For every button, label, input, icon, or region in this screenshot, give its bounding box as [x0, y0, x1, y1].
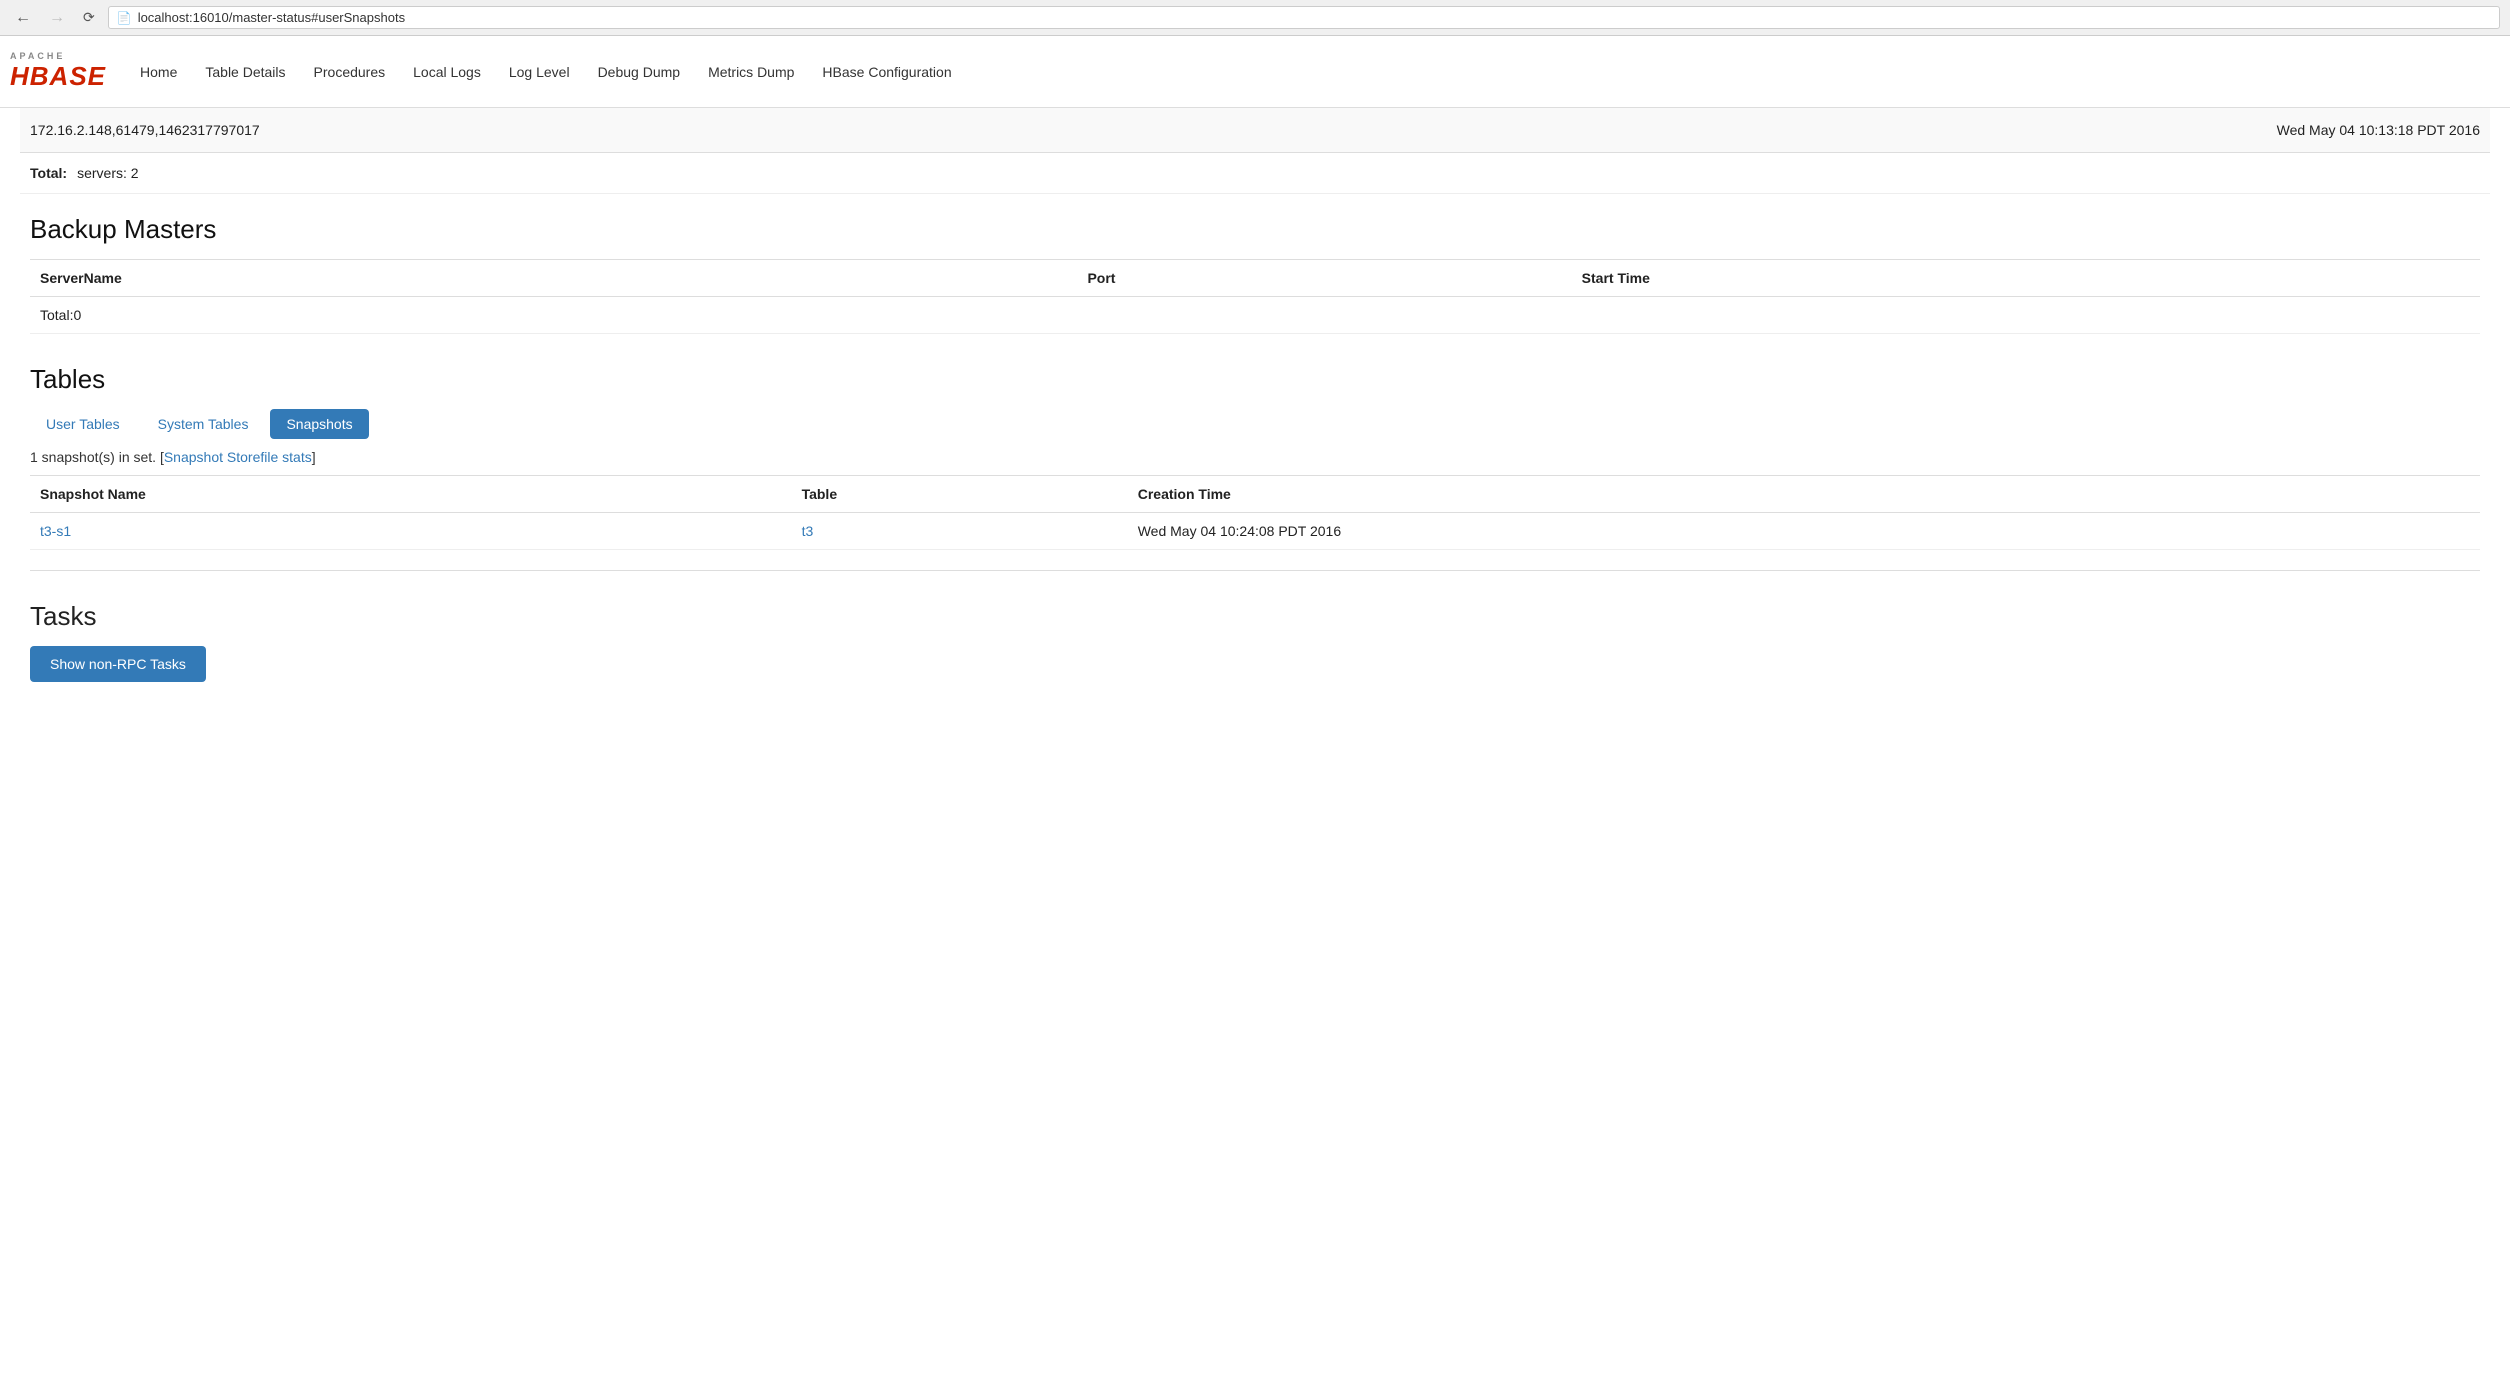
snapshot-count-text: 1 snapshot(s) in set.	[30, 449, 156, 465]
backup-masters-total-row: Total:0	[30, 297, 2480, 334]
nav-link-local-logs[interactable]: Local Logs	[399, 56, 495, 88]
snapshot-table-link[interactable]: t3	[802, 523, 814, 539]
col-server-name: ServerName	[30, 260, 1077, 297]
col-port: Port	[1077, 260, 1571, 297]
snapshot-table-cell: t3	[792, 513, 1128, 550]
nav-link-hbase-configuration[interactable]: HBase Configuration	[808, 56, 965, 88]
backup-masters-table: ServerName Port Start Time Total:0	[30, 259, 2480, 334]
tab-system-tables[interactable]: System Tables	[142, 409, 265, 439]
snapshot-info: 1 snapshot(s) in set. [Snapshot Storefil…	[30, 449, 2480, 465]
logo-hbase: HBASE	[10, 61, 106, 92]
back-button[interactable]: ←	[10, 7, 36, 29]
timestamp: Wed May 04 10:13:18 PDT 2016	[2277, 122, 2480, 138]
total-row: Total: servers: 2	[20, 153, 2490, 194]
refresh-button[interactable]: ⟳	[78, 7, 100, 28]
col-start-time: Start Time	[1572, 260, 2480, 297]
page-icon: 📄	[117, 11, 132, 25]
main-content: 172.16.2.148,61479,1462317797017 Wed May…	[0, 108, 2510, 692]
total-label: Total:	[30, 165, 67, 181]
col-table: Table	[792, 476, 1128, 513]
tab-buttons: User Tables System Tables Snapshots	[30, 409, 2480, 439]
show-non-rpc-tasks-button[interactable]: Show non-RPC Tasks	[30, 646, 206, 682]
backup-masters-total: Total:0	[30, 297, 2480, 334]
nav-link-table-details[interactable]: Table Details	[191, 56, 299, 88]
server-id: 172.16.2.148,61479,1462317797017	[30, 122, 260, 138]
nav-link-metrics-dump[interactable]: Metrics Dump	[694, 56, 808, 88]
nav-link-log-level[interactable]: Log Level	[495, 56, 584, 88]
tasks-title: Tasks	[30, 601, 2480, 632]
top-nav: APACHE HBASE HomeTable DetailsProcedures…	[0, 36, 2510, 108]
url-text: localhost:16010/master-status#userSnapsh…	[138, 10, 405, 25]
nav-link-debug-dump[interactable]: Debug Dump	[584, 56, 695, 88]
snapshot-name-cell: t3-s1	[30, 513, 792, 550]
total-value: servers: 2	[77, 165, 138, 181]
logo-apache: APACHE	[10, 51, 106, 61]
snapshots-table: Snapshot Name Table Creation Time t3-s1t…	[30, 475, 2480, 550]
col-creation-time: Creation Time	[1128, 476, 2480, 513]
main-nav: HomeTable DetailsProceduresLocal LogsLog…	[126, 56, 966, 88]
tab-user-tables[interactable]: User Tables	[30, 409, 136, 439]
table-row: t3-s1 t3 Wed May 04 10:24:08 PDT 2016	[30, 513, 2480, 550]
browser-chrome: ← → ⟳ 📄 localhost:16010/master-status#us…	[0, 0, 2510, 36]
nav-link-procedures[interactable]: Procedures	[300, 56, 400, 88]
logo: APACHE HBASE	[10, 51, 106, 92]
tasks-section: Tasks Show non-RPC Tasks	[20, 581, 2490, 692]
backup-masters-section: Backup Masters ServerName Port Start Tim…	[20, 194, 2490, 344]
col-snapshot-name: Snapshot Name	[30, 476, 792, 513]
address-bar: 📄 localhost:16010/master-status#userSnap…	[108, 6, 2500, 29]
snapshot-creation-time-cell: Wed May 04 10:24:08 PDT 2016	[1128, 513, 2480, 550]
snapshot-name-link[interactable]: t3-s1	[40, 523, 71, 539]
forward-button[interactable]: →	[44, 7, 70, 29]
tab-snapshots[interactable]: Snapshots	[270, 409, 368, 439]
nav-link-home[interactable]: Home	[126, 56, 191, 88]
info-bar: 172.16.2.148,61479,1462317797017 Wed May…	[20, 108, 2490, 153]
tables-section: Tables User Tables System Tables Snapsho…	[20, 344, 2490, 560]
snapshot-storefile-stats-link[interactable]: Snapshot Storefile stats	[164, 449, 312, 465]
backup-masters-title: Backup Masters	[30, 214, 2480, 245]
tables-title: Tables	[30, 364, 2480, 395]
